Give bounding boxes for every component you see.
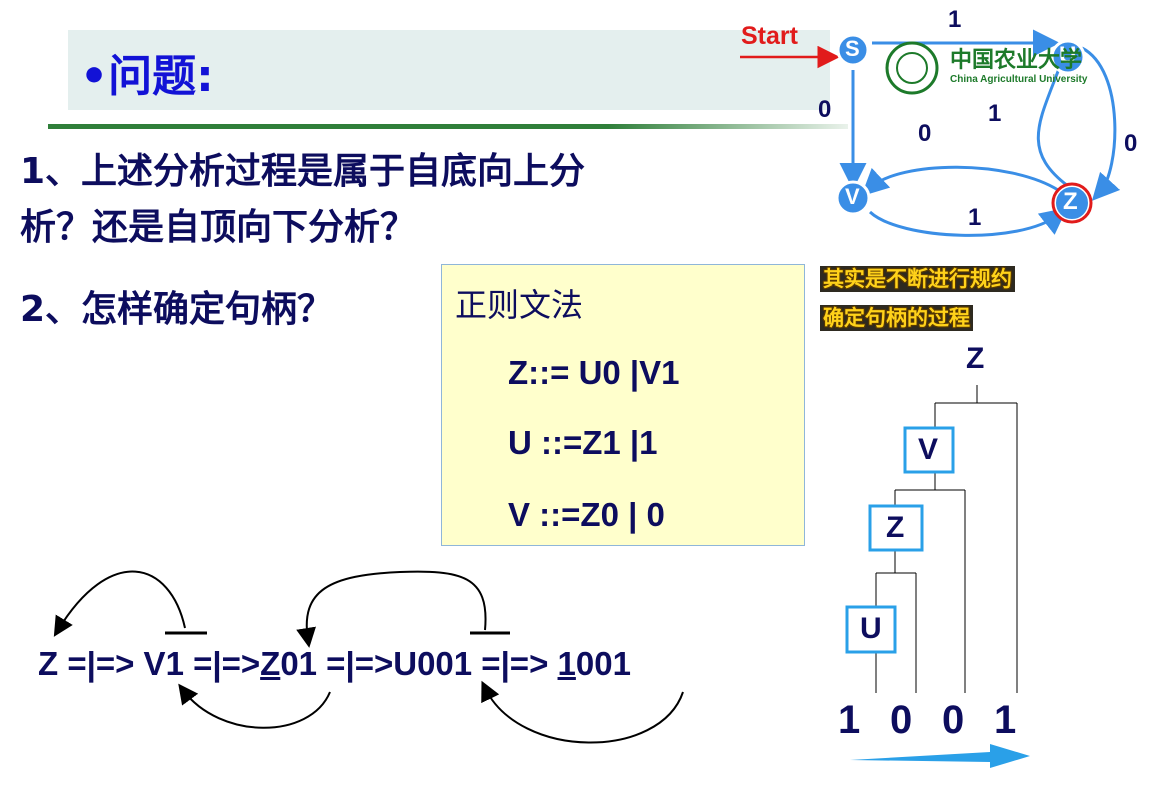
tree-leaf-1: 1 bbox=[838, 698, 861, 742]
tree-leaf-4: 1 bbox=[994, 698, 1017, 742]
tree-leaf-2: 0 bbox=[890, 698, 913, 742]
tree-node-z-label: Z bbox=[886, 511, 905, 544]
tree-root-label: Z bbox=[966, 342, 985, 375]
tree-node-v-label: V bbox=[918, 433, 939, 466]
tree-leaf-3: 0 bbox=[942, 698, 965, 742]
scan-direction-arrow bbox=[850, 744, 1030, 768]
parse-tree bbox=[845, 385, 1030, 768]
tree-node-u-label: U bbox=[860, 612, 882, 645]
